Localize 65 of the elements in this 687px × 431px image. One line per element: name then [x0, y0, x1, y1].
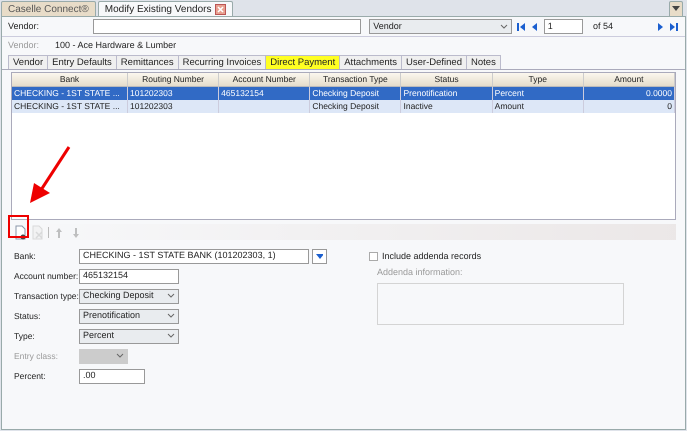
- chevron-icon: [116, 353, 124, 359]
- table-cell: 101202303: [128, 100, 220, 113]
- select-field[interactable]: Checking Deposit: [79, 288, 179, 304]
- field-select[interactable]: Vendor: [369, 19, 512, 34]
- input-field[interactable]: .00: [79, 368, 145, 384]
- field-label: Account number:: [14, 270, 79, 282]
- input-field[interactable]: 465132154: [79, 268, 179, 284]
- vendor-name: 100 - Ace Hardware & Lumber: [55, 39, 176, 52]
- field-label: Addenda information:: [377, 266, 464, 278]
- table-cell: 101202303: [128, 87, 220, 100]
- column-header[interactable]: Routing Number: [128, 73, 220, 87]
- record-count: of 54: [592, 20, 613, 33]
- previous-record-icon[interactable]: [530, 22, 540, 32]
- tab[interactable]: Entry Defaults: [47, 55, 117, 69]
- column-header[interactable]: Bank: [12, 73, 128, 87]
- field-label: Bank:: [14, 250, 37, 262]
- column-header[interactable]: Account Number: [219, 73, 310, 87]
- document-tab[interactable]: Caselle Connect®: [1, 1, 96, 16]
- document-tab[interactable]: Modify Existing Vendors: [98, 1, 234, 16]
- menu-icon[interactable]: [669, 1, 683, 16]
- field-label: Percent:: [14, 370, 47, 382]
- column-header[interactable]: Status: [401, 73, 493, 87]
- bank-field[interactable]: CHECKING - 1ST STATE BANK (101202303, 1): [79, 248, 309, 264]
- table-cell: Checking Deposit: [310, 100, 402, 113]
- next-record-icon[interactable]: [655, 22, 665, 32]
- field-label: Entry class:: [14, 350, 59, 362]
- tab[interactable]: Remittances: [116, 55, 179, 69]
- chevron-icon: [500, 24, 508, 30]
- chevron-icon: [167, 293, 175, 299]
- first-record-icon[interactable]: [516, 22, 526, 32]
- table-cell: 465132154: [219, 87, 310, 100]
- vendor-search-field[interactable]: [93, 19, 362, 34]
- chevron-icon: [167, 333, 175, 339]
- caret-icon: [316, 254, 323, 258]
- table-cell: Amount: [492, 100, 584, 113]
- tab[interactable]: User-Defined: [401, 55, 467, 69]
- table-cell: Percent: [492, 87, 584, 100]
- field-label: Transaction type:: [14, 290, 79, 302]
- select-field[interactable]: Prenotification: [79, 308, 179, 324]
- field-label: Vendor:: [8, 39, 40, 52]
- table-cell: Prenotification: [401, 87, 493, 100]
- field-label: Vendor:: [8, 20, 40, 33]
- tab[interactable]: Direct Payment: [265, 55, 340, 69]
- checkbox-label: Include addenda records: [382, 250, 482, 263]
- table-cell: CHECKING - 1ST STATE ...: [12, 100, 128, 113]
- select-field[interactable]: Percent: [79, 328, 179, 344]
- column-header[interactable]: Type: [492, 73, 584, 87]
- tab[interactable]: Vendor: [8, 55, 48, 69]
- field-label: Type:: [14, 330, 36, 342]
- record-field[interactable]: 1: [544, 19, 583, 34]
- column-header[interactable]: Transaction Type: [310, 73, 402, 87]
- last-record-icon[interactable]: [669, 22, 679, 32]
- table-cell: Inactive: [401, 100, 493, 113]
- close-icon[interactable]: [215, 4, 226, 14]
- table-cell: Checking Deposit: [310, 87, 402, 100]
- table-cell: 0: [584, 100, 675, 113]
- dropdown-button[interactable]: [312, 248, 327, 264]
- tab[interactable]: Notes: [466, 55, 501, 69]
- tab[interactable]: Attachments: [339, 55, 402, 69]
- tab[interactable]: Recurring Invoices: [178, 55, 266, 69]
- column-header[interactable]: Amount: [584, 73, 675, 87]
- table-cell: 0.0000: [584, 87, 675, 100]
- chevron-icon: [167, 313, 175, 319]
- field-label: Status:: [14, 310, 42, 322]
- table-cell: CHECKING - 1ST STATE ...: [12, 87, 128, 100]
